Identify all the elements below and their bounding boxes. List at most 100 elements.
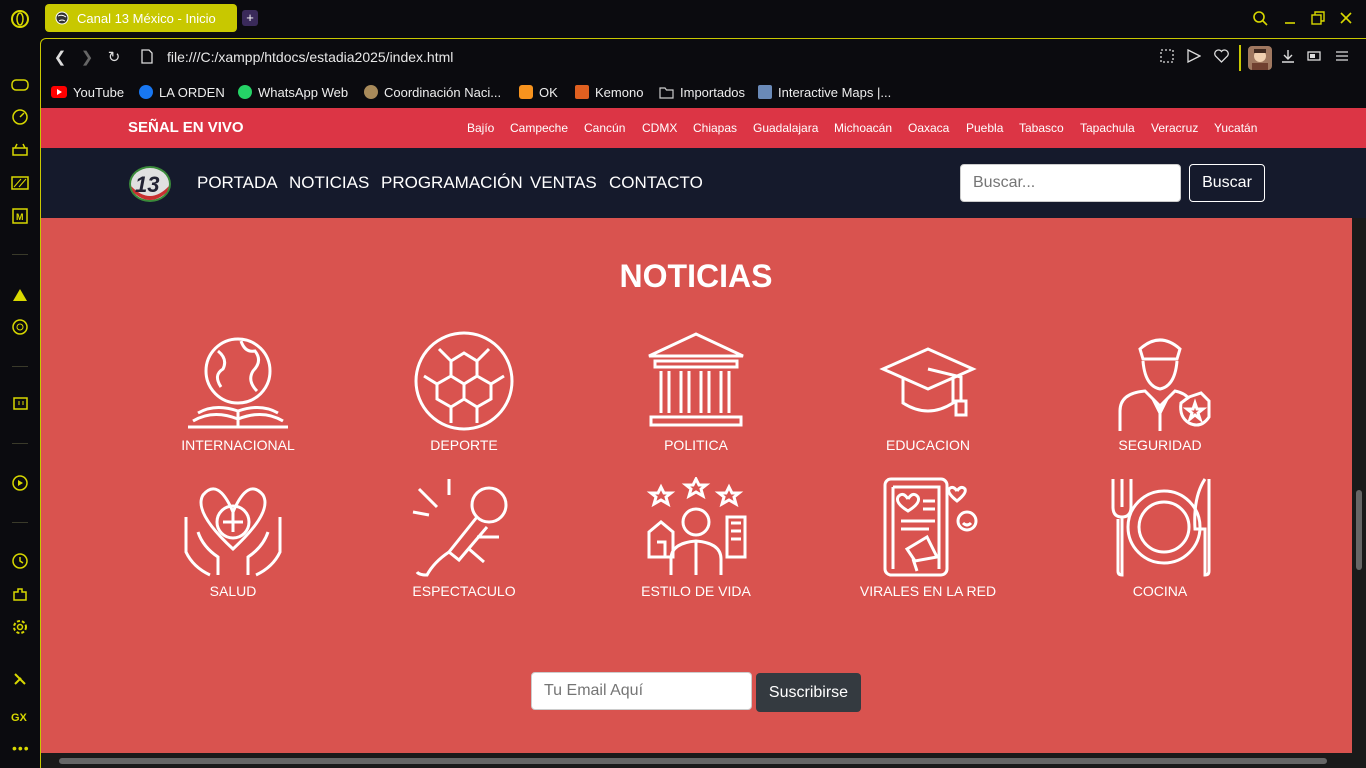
city-link-cancun[interactable]: Cancún: [584, 121, 625, 135]
city-link-cdmx[interactable]: CDMX: [642, 121, 677, 135]
horizontal-scrollbar[interactable]: [41, 753, 1352, 768]
whatsapp-icon: [238, 85, 252, 99]
nav-programacion[interactable]: PROGRAMACIÓN: [381, 173, 523, 193]
subscribe-button[interactable]: Suscribirse: [756, 673, 861, 712]
category-salud[interactable]: SALUD: [153, 477, 313, 601]
browser-frame: ❮ ❯ ↻ file:///C:/xampp/htdocs/estadia202…: [40, 38, 1366, 768]
bookmark-la-orden[interactable]: LA ORDEN: [139, 83, 225, 101]
seal-icon: [364, 85, 378, 99]
battery-icon[interactable]: [1306, 49, 1324, 67]
city-link-tapachula[interactable]: Tapachula: [1080, 121, 1135, 135]
search-tabs-icon[interactable]: [1250, 8, 1270, 28]
email-input[interactable]: [531, 672, 752, 710]
restore-icon[interactable]: [1308, 8, 1328, 28]
main-navbar: 13 PORTADA NOTICIAS PROGRAMACIÓN VENTAS …: [41, 148, 1366, 218]
snapshot-icon[interactable]: [1158, 49, 1176, 67]
city-link-bajio[interactable]: Bajío: [467, 121, 494, 135]
settings-gear-icon[interactable]: [9, 616, 31, 638]
nav-portada[interactable]: PORTADA: [197, 173, 278, 193]
nav-contacto[interactable]: CONTACTO: [609, 173, 703, 193]
gx-control-icon[interactable]: [9, 668, 31, 690]
search-input[interactable]: [960, 164, 1181, 202]
phone-megaphone-icon: [883, 477, 978, 577]
category-estilo-de-vida[interactable]: ESTILO DE VIDA: [616, 477, 776, 601]
speedometer-icon[interactable]: [9, 106, 31, 128]
m-box-icon[interactable]: M: [9, 205, 31, 227]
reload-icon[interactable]: ↻: [105, 49, 123, 67]
back-icon[interactable]: ❮: [51, 49, 69, 67]
active-tab[interactable]: Canal 13 México - Inicio: [45, 4, 237, 32]
minimize-icon[interactable]: [1280, 8, 1300, 28]
globe-icon: [55, 11, 69, 25]
bookmark-youtube[interactable]: YouTube: [51, 83, 124, 101]
graduation-cap-icon: [879, 347, 977, 417]
nav-noticias[interactable]: NOTICIAS: [289, 173, 369, 193]
history-icon[interactable]: [9, 550, 31, 572]
aria-icon[interactable]: [9, 284, 31, 306]
category-internacional[interactable]: INTERNACIONAL: [158, 331, 318, 455]
bookmark-coordinacion[interactable]: Coordinación Naci...: [364, 83, 501, 101]
nav-ventas[interactable]: VENTAS: [530, 173, 597, 193]
player-icon[interactable]: [9, 472, 31, 494]
vertical-scroll-thumb[interactable]: [1356, 490, 1362, 570]
category-virales-en-la-red[interactable]: VIRALES EN LA RED: [848, 477, 1008, 601]
url-field[interactable]: file:///C:/xampp/htdocs/estadia2025/inde…: [167, 49, 453, 65]
government-building-icon: [648, 332, 744, 427]
svg-text:13: 13: [135, 172, 159, 197]
youtube-icon: [51, 86, 67, 98]
ok-icon: [519, 85, 533, 99]
horizontal-scroll-thumb[interactable]: [59, 758, 1327, 764]
heart-icon[interactable]: [1212, 49, 1230, 67]
folder-icon: [659, 86, 674, 99]
page-viewport: SEÑAL EN VIVO Bajío Campeche Cancún CDMX…: [41, 108, 1366, 768]
city-link-guadalajara[interactable]: Guadalajara: [753, 121, 818, 135]
city-link-yucatan[interactable]: Yucatán: [1214, 121, 1257, 135]
live-topbar: SEÑAL EN VIVO Bajío Campeche Cancún CDMX…: [41, 108, 1366, 148]
twitch-icon[interactable]: [9, 394, 31, 416]
map-icon: [758, 85, 772, 99]
bookmark-ok[interactable]: OK: [519, 83, 558, 101]
forward-icon[interactable]: ❯: [78, 49, 96, 67]
chatgpt-icon[interactable]: [9, 316, 31, 338]
category-seguridad[interactable]: SEGURIDAD: [1080, 331, 1240, 455]
more-dots-icon[interactable]: •••: [12, 740, 30, 756]
search-button[interactable]: Buscar: [1189, 164, 1265, 202]
city-link-puebla[interactable]: Puebla: [966, 121, 1003, 135]
category-deporte[interactable]: DEPORTE: [384, 331, 544, 455]
city-link-tabasco[interactable]: Tabasco: [1019, 121, 1064, 135]
live-signal-link[interactable]: SEÑAL EN VIVO: [128, 119, 244, 136]
bookmark-whatsapp[interactable]: WhatsApp Web: [238, 83, 348, 101]
car-icon[interactable]: [9, 139, 31, 161]
section-title: NOTICIAS: [619, 258, 773, 294]
bookmark-kemono[interactable]: Kemono: [575, 83, 643, 101]
bookmark-interactive-maps[interactable]: Interactive Maps |...: [758, 83, 891, 101]
send-icon[interactable]: [1185, 48, 1203, 67]
facebook-icon: [139, 85, 153, 99]
svg-text:M: M: [16, 212, 24, 222]
bookmarks-bar: YouTube LA ORDEN WhatsApp Web Coordinaci…: [41, 77, 1366, 107]
plate-cutlery-icon: [1111, 478, 1211, 577]
profile-avatar[interactable]: [1248, 46, 1272, 70]
city-link-oaxaca[interactable]: Oaxaca: [908, 121, 949, 135]
city-link-campeche[interactable]: Campeche: [510, 121, 568, 135]
city-link-chiapas[interactable]: Chiapas: [693, 121, 737, 135]
bookmark-importados[interactable]: Importados: [659, 83, 745, 101]
opera-logo-icon[interactable]: [9, 8, 31, 30]
new-tab-button[interactable]: +: [242, 10, 258, 26]
vertical-scrollbar[interactable]: [1352, 218, 1366, 768]
city-link-veracruz[interactable]: Veracruz: [1151, 121, 1198, 135]
easy-setup-icon[interactable]: [1333, 49, 1351, 67]
category-educacion[interactable]: EDUCACION: [848, 331, 1008, 455]
canal13-logo[interactable]: 13: [127, 162, 173, 204]
city-link-michoacan[interactable]: Michoacán: [834, 121, 892, 135]
gx-label[interactable]: GX: [11, 712, 27, 724]
category-politica[interactable]: POLITICA: [616, 331, 776, 455]
gamepad-icon[interactable]: [9, 74, 31, 96]
stripes-icon[interactable]: [9, 172, 31, 194]
category-cocina[interactable]: COCINA: [1080, 477, 1240, 601]
tab-title: Canal 13 México - Inicio: [77, 10, 216, 26]
download-icon[interactable]: [1279, 49, 1297, 67]
close-window-icon[interactable]: [1336, 8, 1356, 28]
category-espectaculo[interactable]: ESPECTACULO: [384, 477, 544, 601]
extensions-icon[interactable]: [9, 583, 31, 605]
